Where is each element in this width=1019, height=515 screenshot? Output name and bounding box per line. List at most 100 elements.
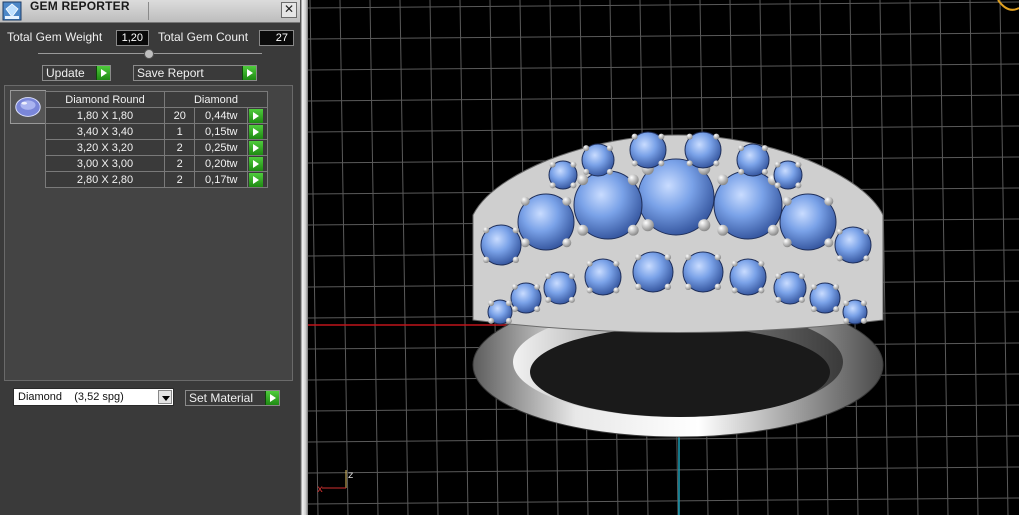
gem-report-table: Diamond Round Diamond 1,80 X 1,80 20 0,4… bbox=[45, 91, 268, 188]
table-row[interactable]: 2,80 X 2,80 2 0,17tw bbox=[45, 171, 268, 188]
prong bbox=[795, 161, 802, 168]
prong bbox=[562, 238, 572, 248]
viewport-canvas[interactable]: z x bbox=[308, 0, 1019, 515]
gem-count-cell: 2 bbox=[163, 171, 196, 188]
prong bbox=[488, 317, 495, 324]
grid-line bbox=[939, 0, 949, 515]
prong bbox=[714, 283, 722, 291]
prong bbox=[860, 300, 867, 307]
update-button[interactable]: Update bbox=[42, 65, 111, 81]
prong bbox=[505, 317, 512, 324]
prong bbox=[798, 296, 805, 303]
prong bbox=[613, 260, 620, 267]
ring-model[interactable] bbox=[472, 131, 884, 438]
prong bbox=[658, 133, 665, 140]
table-row[interactable]: 3,40 X 3,40 1 0,15tw bbox=[45, 123, 268, 140]
total-gem-weight-label: Total Gem Weight bbox=[7, 30, 103, 44]
prong bbox=[713, 133, 720, 140]
set-material-button[interactable]: Set Material bbox=[185, 390, 280, 406]
go-arrow-icon bbox=[249, 141, 264, 155]
grid-line bbox=[369, 0, 379, 515]
prong bbox=[568, 296, 575, 303]
prong bbox=[738, 145, 745, 152]
prong bbox=[664, 283, 672, 291]
prong bbox=[488, 300, 495, 307]
prong bbox=[860, 317, 867, 324]
title-separator bbox=[148, 2, 149, 20]
gem-weight-cell: 0,20tw bbox=[194, 155, 249, 172]
row-go-button[interactable] bbox=[247, 123, 268, 140]
go-arrow-icon bbox=[265, 391, 279, 405]
save-report-button[interactable]: Save Report bbox=[133, 65, 257, 81]
row-go-button[interactable] bbox=[247, 171, 268, 188]
prong bbox=[758, 260, 765, 267]
row-go-button[interactable] bbox=[247, 139, 268, 156]
prong bbox=[775, 273, 782, 280]
prong bbox=[549, 182, 556, 189]
gem-thumbnail-icon[interactable] bbox=[10, 90, 46, 124]
prong bbox=[545, 273, 552, 280]
panel-splitter[interactable] bbox=[300, 0, 308, 515]
prong bbox=[586, 260, 593, 267]
prong bbox=[511, 306, 518, 313]
prong bbox=[824, 196, 834, 206]
prong bbox=[714, 253, 722, 261]
prong bbox=[731, 287, 738, 294]
grid-line bbox=[309, 0, 319, 515]
table-row[interactable]: 3,00 X 3,00 2 0,20tw bbox=[45, 155, 268, 172]
prong bbox=[686, 133, 693, 140]
dropdown-arrow-icon[interactable] bbox=[158, 390, 172, 404]
prong bbox=[577, 174, 589, 186]
prong bbox=[774, 182, 781, 189]
set-material-button-label: Set Material bbox=[189, 391, 254, 405]
go-arrow-icon bbox=[96, 66, 110, 80]
prong bbox=[568, 273, 575, 280]
table-row[interactable]: 1,80 X 1,80 20 0,44tw bbox=[45, 107, 268, 124]
gem-weight-cell: 0,25tw bbox=[194, 139, 249, 156]
title-bar[interactable]: GEM REPORTER ✕ bbox=[0, 0, 300, 23]
column-header-shape: Diamond Round bbox=[45, 91, 165, 108]
prong bbox=[684, 253, 692, 261]
row-go-button[interactable] bbox=[247, 107, 268, 124]
prong bbox=[606, 168, 613, 175]
3d-viewport[interactable]: z x bbox=[308, 0, 1019, 515]
grid-line bbox=[909, 0, 919, 515]
gem-reporter-app-icon bbox=[2, 1, 22, 21]
prong bbox=[758, 287, 765, 294]
close-icon[interactable]: ✕ bbox=[281, 2, 297, 18]
prong bbox=[843, 317, 850, 324]
prong bbox=[512, 256, 520, 264]
prong bbox=[583, 168, 590, 175]
go-arrow-icon bbox=[249, 109, 264, 123]
gem-size-cell: 3,20 X 3,20 bbox=[45, 139, 165, 156]
prong bbox=[782, 196, 792, 206]
material-dropdown[interactable]: Diamond (3,52 spg) bbox=[13, 388, 174, 406]
slider-handle[interactable] bbox=[144, 49, 154, 59]
prong bbox=[631, 133, 638, 140]
prong bbox=[795, 182, 802, 189]
axis-z-label: z bbox=[348, 470, 353, 481]
prong bbox=[631, 160, 638, 167]
prong bbox=[534, 306, 541, 313]
prong bbox=[731, 260, 738, 267]
prong bbox=[586, 287, 593, 294]
prong bbox=[774, 161, 781, 168]
prong bbox=[583, 145, 590, 152]
material-dropdown-value: Diamond (3,52 spg) bbox=[18, 391, 124, 403]
prong bbox=[761, 145, 768, 152]
prong bbox=[836, 255, 843, 262]
gem-size-cell: 1,80 X 1,80 bbox=[45, 107, 165, 124]
row-go-button[interactable] bbox=[247, 155, 268, 172]
prong bbox=[684, 283, 692, 291]
ring-inner-opening bbox=[530, 327, 830, 417]
prong bbox=[627, 174, 639, 186]
orbit-handle[interactable] bbox=[997, 0, 1019, 11]
prong bbox=[782, 238, 792, 248]
grid-line bbox=[339, 0, 349, 515]
prong bbox=[545, 296, 552, 303]
prong bbox=[512, 226, 520, 234]
grid-line bbox=[308, 466, 1019, 474]
prong bbox=[775, 296, 782, 303]
grid-line bbox=[969, 0, 979, 515]
table-row[interactable]: 3,20 X 3,20 2 0,25tw bbox=[45, 139, 268, 156]
